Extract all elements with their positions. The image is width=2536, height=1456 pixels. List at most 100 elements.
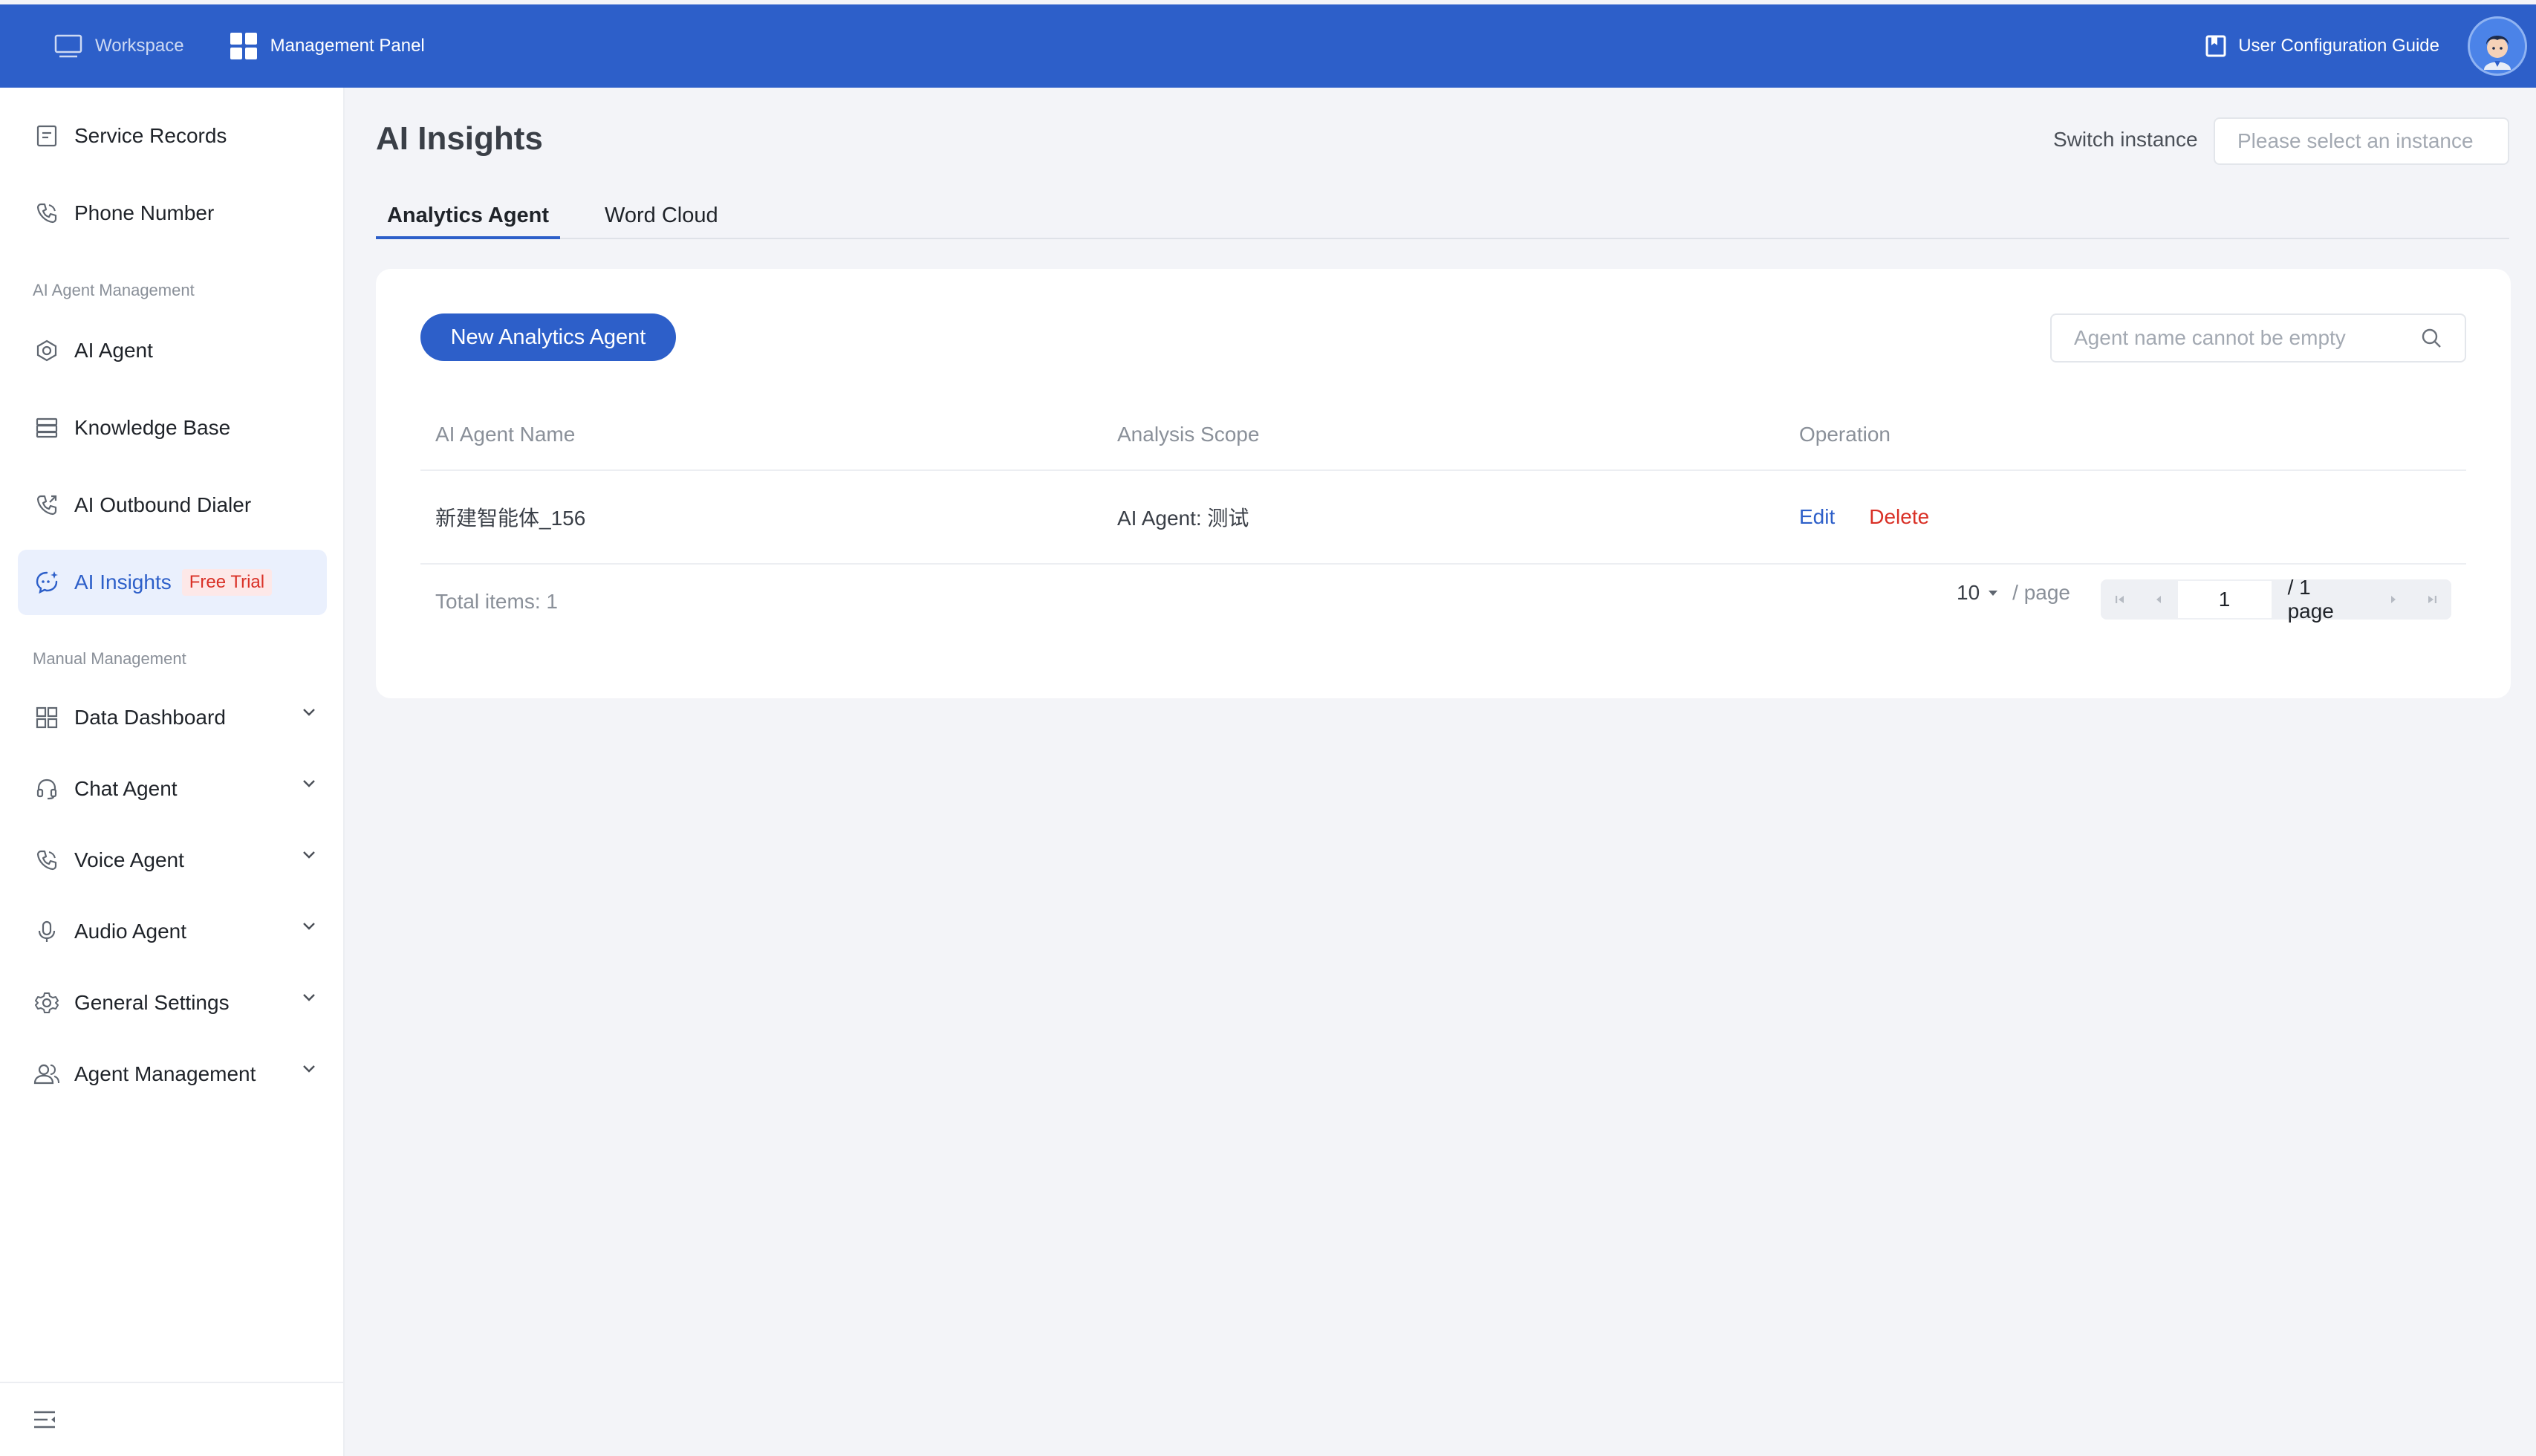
document-icon — [33, 122, 61, 150]
phone-outgoing-icon — [33, 491, 61, 519]
sidebar-item-label: Voice Agent — [74, 848, 184, 871]
new-analytics-agent-button[interactable]: New Analytics Agent — [420, 313, 676, 361]
chevron-down-icon — [302, 779, 316, 789]
total-items: Total items: 1 — [435, 590, 558, 613]
per-page-label: / page — [2012, 581, 2071, 604]
next-page-button[interactable] — [2374, 579, 2413, 620]
analysis-scope-cell: AI Agent: 测试 — [1117, 507, 1249, 530]
sidebar-item-label: Data Dashboard — [74, 706, 226, 729]
sidebar-item-chat-agent[interactable]: Chat Agent — [18, 756, 327, 822]
pagination: / 1 page — [2101, 576, 2451, 623]
sidebar-item-label: AI Outbound Dialer — [74, 493, 252, 516]
total-pages-label: / 1 page — [2287, 576, 2334, 623]
sidebar-item-label: AI Insights — [74, 571, 172, 594]
user-configuration-guide-link[interactable]: User Configuration Guide — [2205, 35, 2439, 57]
agent-search-box — [2050, 313, 2466, 363]
sidebar-item-phone-number[interactable]: Phone Number — [18, 181, 327, 246]
sidebar-item-label: Audio Agent — [74, 920, 187, 943]
first-page-icon — [2115, 596, 2124, 603]
page-number-input[interactable] — [2177, 581, 2272, 618]
tab-bar: Analytics Agent Word Cloud — [376, 201, 2509, 239]
search-input[interactable] — [2074, 326, 2420, 350]
column-header-agent-name: AI Agent Name — [435, 423, 576, 446]
dashboard-icon — [33, 703, 61, 732]
chevron-down-icon — [302, 992, 316, 1003]
user-configuration-guide-label: User Configuration Guide — [2238, 36, 2439, 56]
nav-workspace-label: Workspace — [95, 36, 184, 56]
grid-icon — [229, 31, 259, 61]
microphone-icon — [33, 917, 61, 946]
sidebar-item-service-records[interactable]: Service Records — [18, 103, 327, 169]
last-page-button[interactable] — [2413, 579, 2451, 620]
sidebar-item-audio-agent[interactable]: Audio Agent — [18, 899, 327, 964]
first-page-button[interactable] — [2101, 579, 2139, 620]
phone-icon — [33, 199, 61, 227]
column-header-operation: Operation — [1799, 423, 1890, 446]
sidebar-item-ai-outbound-dialer[interactable]: AI Outbound Dialer — [18, 472, 327, 538]
content-card: New Analytics Agent AI Agent Name Analys… — [376, 269, 2511, 698]
sidebar-item-label: Chat Agent — [74, 777, 178, 800]
sidebar-item-label: Phone Number — [74, 201, 215, 224]
top-right-area: User Configuration Guide — [2205, 4, 2536, 88]
book-icon — [2205, 35, 2226, 57]
sidebar-item-ai-agent[interactable]: AI Agent — [18, 318, 327, 383]
sidebar-item-voice-agent[interactable]: Voice Agent — [18, 828, 327, 893]
chevron-down-icon — [302, 707, 316, 718]
delete-link[interactable]: Delete — [1869, 505, 1929, 529]
sidebar-item-label: Agent Management — [74, 1062, 256, 1085]
caret-down-icon — [1987, 589, 1999, 597]
free-trial-badge: Free Trial — [181, 569, 273, 596]
top-navigation-bar: Workspace Management Panel User Configur… — [0, 4, 2536, 88]
avatar[interactable] — [2468, 16, 2527, 76]
gear-icon — [33, 989, 61, 1017]
page-title: AI Insights — [376, 120, 543, 157]
sidebar-item-ai-insights[interactable]: AI Insights Free Trial — [18, 550, 327, 615]
sidebar: Service Records Phone Number AI Agent Ma… — [0, 88, 345, 1456]
chevron-down-icon — [302, 921, 316, 932]
headset-icon — [33, 775, 61, 803]
sidebar-item-label: Knowledge Base — [74, 416, 231, 439]
sidebar-item-agent-management[interactable]: Agent Management — [18, 1041, 327, 1107]
next-page-icon — [2391, 596, 2396, 603]
agent-name-cell: 新建智能体_156 — [435, 507, 586, 530]
nav-management-panel[interactable]: Management Panel — [207, 4, 447, 88]
page-size-select[interactable]: 10 — [1957, 581, 1999, 605]
chevron-down-icon — [302, 850, 316, 860]
page-size-value: 10 — [1957, 581, 1980, 604]
prev-page-icon — [2156, 596, 2161, 603]
sidebar-item-label: General Settings — [74, 991, 230, 1014]
hexagon-icon — [33, 337, 61, 365]
chevron-down-icon — [302, 1064, 316, 1074]
nav-workspace[interactable]: Workspace — [31, 4, 207, 88]
sidebar-group-ai-agent-management: AI Agent Management — [33, 281, 195, 299]
monitor-icon — [53, 33, 83, 59]
table-row: 新建智能体_156 AI Agent: 测试 Edit Delete — [420, 471, 2466, 565]
users-icon — [33, 1060, 61, 1088]
collapse-sidebar-button[interactable] — [0, 1382, 343, 1456]
database-icon — [33, 414, 61, 442]
operation-cell: Edit Delete — [1784, 505, 2466, 529]
prev-page-button[interactable] — [2139, 579, 2178, 620]
collapse-menu-icon — [33, 1409, 56, 1430]
sidebar-item-general-settings[interactable]: General Settings — [18, 970, 327, 1036]
sidebar-group-manual-management: Manual Management — [33, 649, 186, 668]
sidebar-item-data-dashboard[interactable]: Data Dashboard — [18, 685, 327, 750]
table-header: AI Agent Name Analysis Scope Operation — [420, 400, 2466, 471]
page-size-control: 10 / page — [1957, 581, 2070, 605]
search-icon[interactable] — [2420, 327, 2442, 349]
sidebar-item-knowledge-base[interactable]: Knowledge Base — [18, 395, 327, 461]
edit-link[interactable]: Edit — [1799, 505, 1835, 529]
phone-icon — [33, 846, 61, 874]
instance-select[interactable]: Please select an instance — [2214, 117, 2509, 165]
tab-word-cloud[interactable]: Word Cloud — [605, 201, 718, 239]
top-nav: Workspace Management Panel — [0, 4, 447, 88]
sidebar-item-label: Service Records — [74, 124, 227, 147]
tab-analytics-agent[interactable]: Analytics Agent — [376, 201, 560, 239]
user-avatar-icon — [2484, 36, 2511, 70]
switch-instance-label: Switch instance — [2053, 128, 2198, 151]
sidebar-item-label: AI Agent — [74, 339, 153, 362]
last-page-icon — [2428, 596, 2437, 603]
chat-sparkle-icon — [33, 568, 61, 597]
nav-management-panel-label: Management Panel — [270, 36, 425, 56]
column-header-analysis-scope: Analysis Scope — [1117, 423, 1260, 446]
